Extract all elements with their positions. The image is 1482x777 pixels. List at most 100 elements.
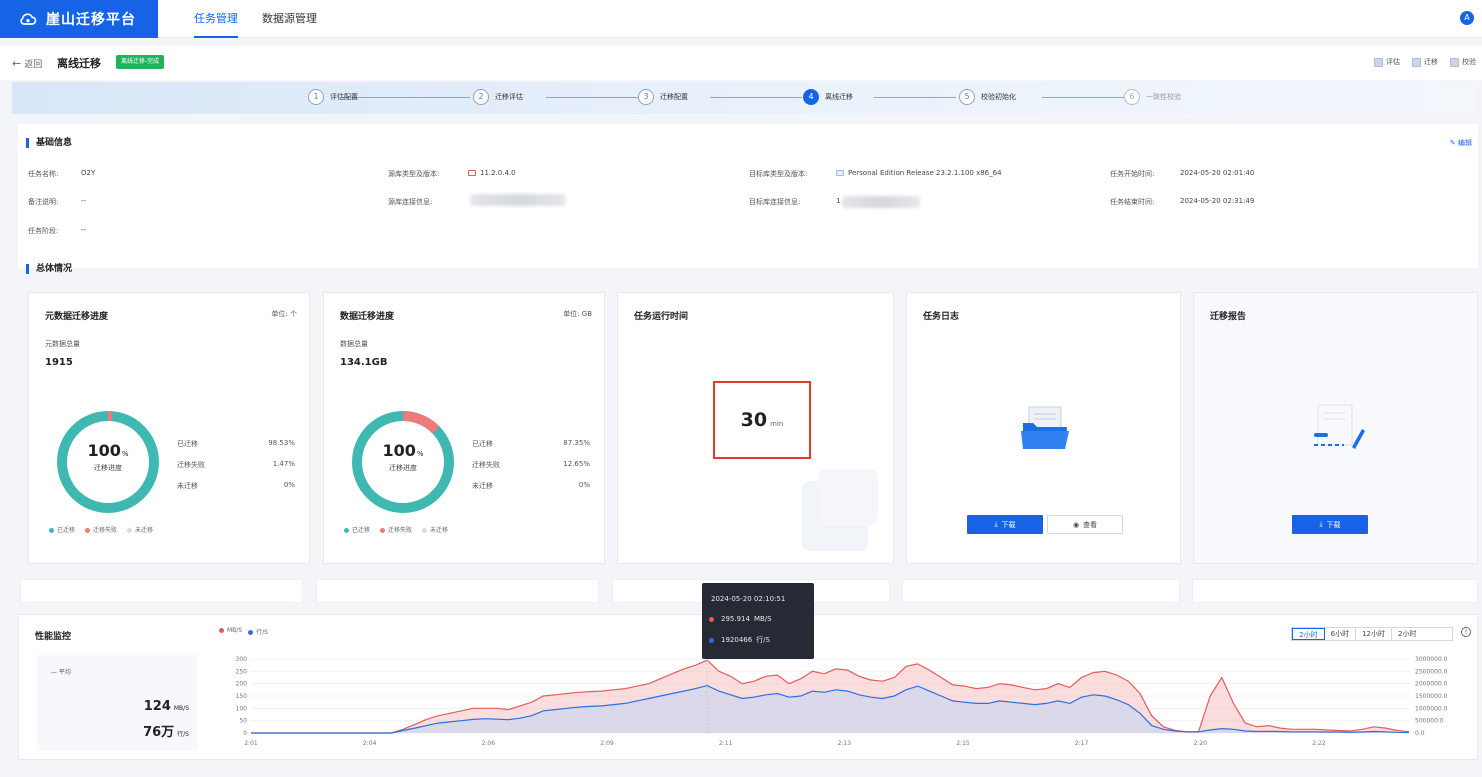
- step-6[interactable]: 6 一致性校验: [1124, 89, 1181, 105]
- card-title: 任务运行时间: [634, 312, 689, 322]
- average-mb-value: 124: [143, 699, 171, 714]
- average-rows-unit: 行/S: [177, 731, 189, 738]
- percent-value: 100: [87, 441, 121, 460]
- legend-label: 迁移失败: [93, 527, 118, 534]
- remark-value: --: [81, 197, 87, 205]
- back-label: 返回: [24, 60, 43, 70]
- percent-unit: %: [416, 450, 424, 458]
- range-custom[interactable]: 2小时: [1392, 628, 1452, 640]
- tab-task-management[interactable]: 任务管理: [194, 0, 238, 38]
- stat-label: 未迁移: [177, 482, 198, 490]
- step-label: 迁移配置: [660, 93, 688, 101]
- card-title: 元数据迁移进度: [45, 312, 109, 322]
- stat-failed: 迁移失败 1.47%: [177, 460, 295, 470]
- start-time-value: 2024-05-20 02:01:40: [1180, 169, 1255, 177]
- average-summary: — 平均 124 MB/S 76万 行/S: [37, 655, 197, 751]
- checkbox-verify[interactable]: 校验: [1450, 57, 1476, 67]
- donut-percent: 100%: [53, 441, 163, 460]
- y-right-tick-label: 0.0: [1415, 730, 1425, 737]
- info-icon[interactable]: !: [1461, 627, 1471, 637]
- stat-value: 1.47%: [272, 460, 295, 468]
- range-2h[interactable]: 2小时: [1292, 628, 1325, 640]
- perf-title: 性能监控: [35, 632, 72, 642]
- range-12h[interactable]: 12小时: [1356, 628, 1392, 640]
- x-tick-label: 2:13: [838, 740, 852, 747]
- checkbox-icon: [1450, 57, 1459, 67]
- legend-rows[interactable]: 行/S: [248, 627, 268, 636]
- arrow-left-icon: ←: [12, 57, 22, 70]
- average-rows-value: 76万: [143, 725, 175, 740]
- stat-value: 98.53%: [268, 439, 295, 447]
- src-type-value: 11.2.0.4.0: [468, 169, 516, 177]
- log-view-button[interactable]: ◉ 查看: [1047, 515, 1123, 534]
- stat-label: 未迁移: [472, 482, 493, 490]
- task-log-card: 任务日志 ⤓ 下载 ◉ 查看: [906, 292, 1181, 564]
- log-download-button[interactable]: ⤓ 下载: [967, 515, 1043, 534]
- dst-type-value: Personal Edition Release 23.2.1.100 x86_…: [836, 169, 1002, 177]
- range-6h[interactable]: 6小时: [1325, 628, 1357, 640]
- perf-legend: MB/S 行/S: [219, 627, 268, 636]
- tooltip-rows-row: 1920466 行/S: [709, 635, 770, 645]
- donut-label: 迁移进度: [389, 464, 417, 472]
- tab-datasource-management[interactable]: 数据源管理: [262, 0, 317, 38]
- step-connector: [342, 97, 470, 98]
- y-left-tick-label: 250: [236, 668, 248, 675]
- back-button[interactable]: ← 返回: [12, 57, 42, 70]
- basic-info-panel: 基础信息 ✎ 编辑 任务名称: O2Y 备注说明: -- 任务阶段: -- 源库…: [18, 124, 1478, 274]
- page-title: 离线迁移: [57, 57, 101, 70]
- donut-legend: 已迁移 迁移失败 未迁移: [344, 525, 448, 534]
- card-title: 数据迁移进度: [340, 312, 395, 322]
- card-shadow-strip: [316, 579, 599, 603]
- src-type-label: 源库类型及版本:: [388, 170, 440, 178]
- clock-watermark-icon: [802, 469, 878, 551]
- src-type-text: 11.2.0.4.0: [480, 169, 516, 177]
- y-left-tick-label: 0: [243, 730, 247, 737]
- average-mb-unit: MB/S: [173, 705, 189, 712]
- tooltip-dot: [709, 637, 714, 643]
- user-avatar[interactable]: A: [1460, 11, 1474, 25]
- stat-label: 已迁移: [177, 440, 198, 448]
- tooltip-mb-value: 295.914: [721, 615, 750, 623]
- donut-center: 100% 迁移进度: [348, 441, 458, 473]
- step-3[interactable]: 3 迁移配置: [638, 89, 688, 105]
- total-value: 1915: [45, 357, 73, 368]
- checkbox-label: 迁移: [1424, 58, 1438, 66]
- step-1[interactable]: 1 评估配置: [308, 89, 358, 105]
- step-4[interactable]: 4 离线迁移: [803, 89, 853, 105]
- step-label: 校验初始化: [981, 93, 1016, 101]
- legend-mb[interactable]: MB/S: [219, 627, 242, 636]
- x-tick-label: 2:09: [600, 740, 614, 747]
- legend-migrated: 已迁移: [49, 525, 75, 534]
- end-time-value: 2024-05-20 02:31:49: [1180, 197, 1255, 205]
- step-label: 离线迁移: [825, 93, 853, 101]
- legend-pending: 未迁移: [422, 525, 448, 534]
- checkbox-migrate[interactable]: 迁移: [1412, 57, 1438, 67]
- brand[interactable]: 崖山迁移平台: [0, 0, 158, 38]
- legend-dot: [248, 630, 254, 635]
- y-right-tick-label: 2500000.0: [1415, 668, 1448, 675]
- report-download-button[interactable]: ⤓ 下载: [1292, 515, 1368, 534]
- stat-value: 0%: [578, 481, 590, 489]
- step-number: 1: [308, 89, 324, 105]
- progress-steps: 1 评估配置 2 迁移评估 3 迁移配置 4 离线迁移 5 校验初始化 6 一致性校验: [12, 82, 1478, 114]
- y-right-tick-label: 500000.0: [1415, 718, 1444, 725]
- edit-button[interactable]: ✎ 编辑: [1450, 138, 1472, 148]
- dst-type-text: Personal Edition Release 23.2.1.100 x86_…: [848, 169, 1002, 177]
- time-range-tabs: 2小时 6小时 12小时 2小时: [1291, 627, 1453, 641]
- card-title: 任务日志: [923, 312, 960, 322]
- runtime-unit: min: [770, 420, 784, 428]
- card-title: 迁移报告: [1210, 312, 1247, 322]
- status-badge: 离线迁移-完成: [116, 55, 165, 69]
- step-5[interactable]: 5 校验初始化: [959, 89, 1016, 105]
- y-left-tick-label: 100: [236, 705, 248, 712]
- button-label: 下载: [1001, 520, 1016, 529]
- stat-pending: 未迁移 0%: [177, 481, 295, 491]
- performance-chart: 0 50 100 150 200 250 300 0.0 500000.0 1000000.0 15…: [236, 656, 1448, 747]
- button-label: 查看: [1083, 520, 1098, 529]
- x-tick-label: 2:17: [1075, 740, 1089, 747]
- start-time-label: 任务开始时间:: [1110, 170, 1155, 178]
- checkbox-assess[interactable]: 评估: [1374, 57, 1400, 67]
- step-number: 5: [959, 89, 975, 105]
- step-label: 一致性校验: [1146, 93, 1181, 101]
- step-2[interactable]: 2 迁移评估: [473, 89, 523, 105]
